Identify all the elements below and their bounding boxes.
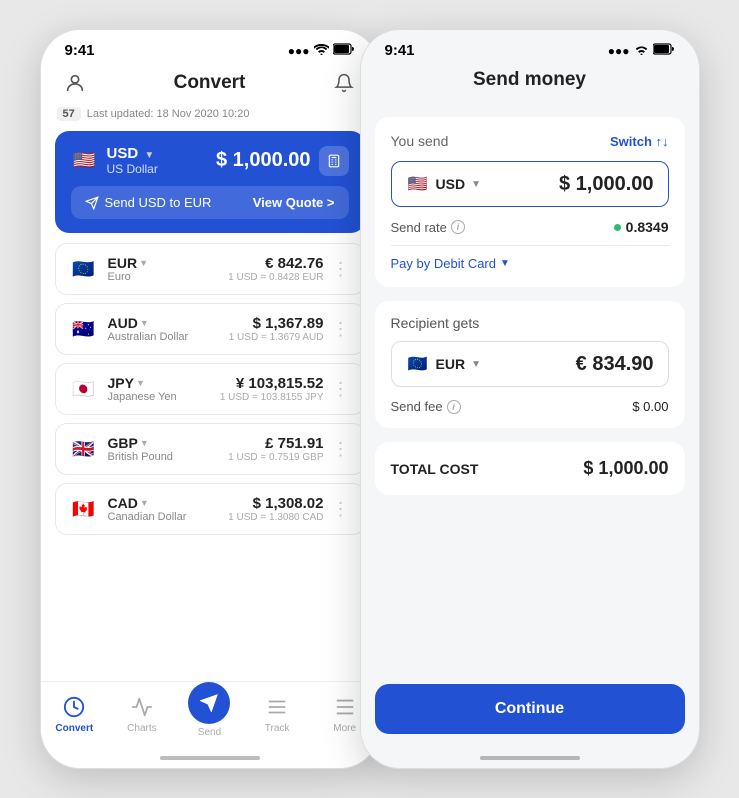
status-bar-2: 9:41 ●●● xyxy=(361,30,699,63)
bottom-nav-1: Convert Charts Send Track xyxy=(41,681,379,748)
recipient-currency-code: EUR xyxy=(436,356,466,372)
wifi-icon-2 xyxy=(634,44,649,58)
time-1: 9:41 xyxy=(65,42,95,59)
aud-item[interactable]: 🇦🇺 AUD ▼ Australian Dollar $ 1,367.89 1 … xyxy=(55,303,365,355)
convert-nav-icon xyxy=(61,694,87,720)
recipient-amount-row[interactable]: 🇪🇺 EUR ▼ € 834.90 xyxy=(391,341,669,387)
send-money-header: Send money xyxy=(361,63,699,103)
send-currency-code: USD xyxy=(436,176,466,192)
nav-send[interactable]: Send xyxy=(182,690,236,738)
send-nav-icon xyxy=(188,682,230,724)
home-indicator-2 xyxy=(361,748,699,768)
cad-code: CAD ▼ xyxy=(108,495,187,511)
eur-item[interactable]: 🇪🇺 EUR ▼ Euro € 842.76 1 USD = 0.8428 EU… xyxy=(55,243,365,295)
status-icons-1: ●●● xyxy=(288,43,355,58)
jpy-menu[interactable]: ⋮ xyxy=(324,379,350,400)
battery-icon-2 xyxy=(653,43,675,58)
main-currency-row: 🇺🇸 USD ▼ US Dollar xyxy=(71,145,158,176)
cad-item[interactable]: 🇨🇦 CAD ▼ Canadian Dollar $ 1,308.02 1 US… xyxy=(55,483,365,535)
you-send-card: You send Switch ↑↓ 🇺🇸 USD ▼ $ 1,000.00 xyxy=(375,117,685,287)
view-quote[interactable]: View Quote > xyxy=(253,195,335,210)
recipient-amount-value: € 834.90 xyxy=(491,353,654,376)
jpy-code: JPY ▼ xyxy=(108,375,177,391)
status-icons-2: ●●● xyxy=(608,43,675,58)
fee-label: Send fee i xyxy=(391,399,461,414)
convert-nav-label: Convert xyxy=(55,723,93,734)
rate-info-icon[interactable]: i xyxy=(451,220,465,234)
send-nav-label: Send xyxy=(198,727,221,738)
fee-row: Send fee i $ 0.00 xyxy=(391,399,669,414)
nav-charts[interactable]: Charts xyxy=(115,694,169,734)
gbp-code: GBP ▼ xyxy=(108,435,173,451)
phone-convert: 9:41 ●●● Convert xyxy=(40,29,380,769)
convert-screen-content: 57 Last updated: 18 Nov 2020 10:20 🇺🇸 US… xyxy=(41,107,379,681)
you-send-label: You send xyxy=(391,133,449,149)
send-screen-content: You send Switch ↑↓ 🇺🇸 USD ▼ $ 1,000.00 xyxy=(361,103,699,684)
track-nav-icon xyxy=(264,694,290,720)
wifi-icon xyxy=(314,44,329,58)
send-money-title: Send money xyxy=(473,69,586,91)
more-nav-label: More xyxy=(333,723,356,734)
more-nav-icon xyxy=(332,694,358,720)
fee-info-icon[interactable]: i xyxy=(447,400,461,414)
fee-value: $ 0.00 xyxy=(632,399,668,414)
rate-label: Send rate i xyxy=(391,220,465,235)
calculator-icon[interactable] xyxy=(319,146,349,176)
status-bar-1: 9:41 ●●● xyxy=(41,30,379,63)
usd-name: US Dollar xyxy=(107,162,158,176)
home-indicator-1 xyxy=(41,748,379,768)
main-currency-card[interactable]: 🇺🇸 USD ▼ US Dollar $ 1,000.00 xyxy=(55,131,365,233)
total-cost-label: TOTAL COST xyxy=(391,461,479,477)
pay-method-selector[interactable]: Pay by Debit Card ▼ xyxy=(391,256,669,271)
recipient-card: Recipient gets 🇪🇺 EUR ▼ € 834.90 Send fe… xyxy=(375,301,685,428)
rate-value: 0.8349 xyxy=(614,219,669,235)
rate-green-dot xyxy=(614,224,621,231)
profile-icon[interactable] xyxy=(61,69,89,97)
aud-code: AUD ▼ xyxy=(108,315,189,331)
charts-nav-label: Charts xyxy=(127,723,156,734)
phone-send-money: 9:41 ●●● Send money You send xyxy=(360,29,700,769)
jpy-item[interactable]: 🇯🇵 JPY ▼ Japanese Yen ¥ 103,815.52 1 USD… xyxy=(55,363,365,415)
send-usd-bar[interactable]: Send USD to EUR View Quote > xyxy=(71,186,349,219)
recipient-currency-select[interactable]: 🇪🇺 EUR ▼ xyxy=(406,352,481,376)
usd-code: USD ▼ xyxy=(107,145,158,162)
total-cost-bar: TOTAL COST $ 1,000.00 xyxy=(375,442,685,495)
battery-icon xyxy=(333,43,355,58)
send-amount-value[interactable]: $ 1,000.00 xyxy=(491,173,654,196)
usd-flag: 🇺🇸 xyxy=(71,147,99,175)
nav-track[interactable]: Track xyxy=(250,694,304,734)
currency-list: 🇪🇺 EUR ▼ Euro € 842.76 1 USD = 0.8428 EU… xyxy=(55,243,365,535)
usd-amount: $ 1,000.00 xyxy=(216,149,311,172)
send-amount-input-row[interactable]: 🇺🇸 USD ▼ $ 1,000.00 xyxy=(391,161,669,207)
charts-nav-icon xyxy=(129,694,155,720)
last-updated-bar: 57 Last updated: 18 Nov 2020 10:20 xyxy=(55,107,365,121)
recipient-currency-arrow: ▼ xyxy=(471,359,481,370)
gbp-item[interactable]: 🇬🇧 GBP ▼ British Pound £ 751.91 1 USD = … xyxy=(55,423,365,475)
currency-dropdown-arrow: ▼ xyxy=(471,179,481,190)
bell-icon[interactable] xyxy=(330,69,358,97)
switch-button[interactable]: Switch ↑↓ xyxy=(610,134,669,149)
time-2: 9:41 xyxy=(385,42,415,59)
update-badge: 57 xyxy=(57,107,81,121)
eur-menu[interactable]: ⋮ xyxy=(324,259,350,280)
send-label: Send USD to EUR xyxy=(105,195,212,210)
continue-button[interactable]: Continue xyxy=(375,684,685,734)
send-currency-select[interactable]: 🇺🇸 USD ▼ xyxy=(406,172,481,196)
track-nav-label: Track xyxy=(265,723,290,734)
header-title-1: Convert xyxy=(174,72,246,94)
aud-menu[interactable]: ⋮ xyxy=(324,319,350,340)
nav-convert[interactable]: Convert xyxy=(47,694,101,734)
send-rate-row: Send rate i 0.8349 xyxy=(391,219,669,235)
gbp-menu[interactable]: ⋮ xyxy=(324,439,350,460)
recipient-label: Recipient gets xyxy=(391,315,669,331)
signal-icon: ●●● xyxy=(288,44,310,58)
eur-code: EUR ▼ xyxy=(108,255,148,271)
signal-icon-2: ●●● xyxy=(608,44,630,58)
cad-menu[interactable]: ⋮ xyxy=(324,499,350,520)
update-text: Last updated: 18 Nov 2020 10:20 xyxy=(87,108,250,120)
total-cost-value: $ 1,000.00 xyxy=(583,458,668,479)
app-header-1: Convert xyxy=(41,63,379,107)
